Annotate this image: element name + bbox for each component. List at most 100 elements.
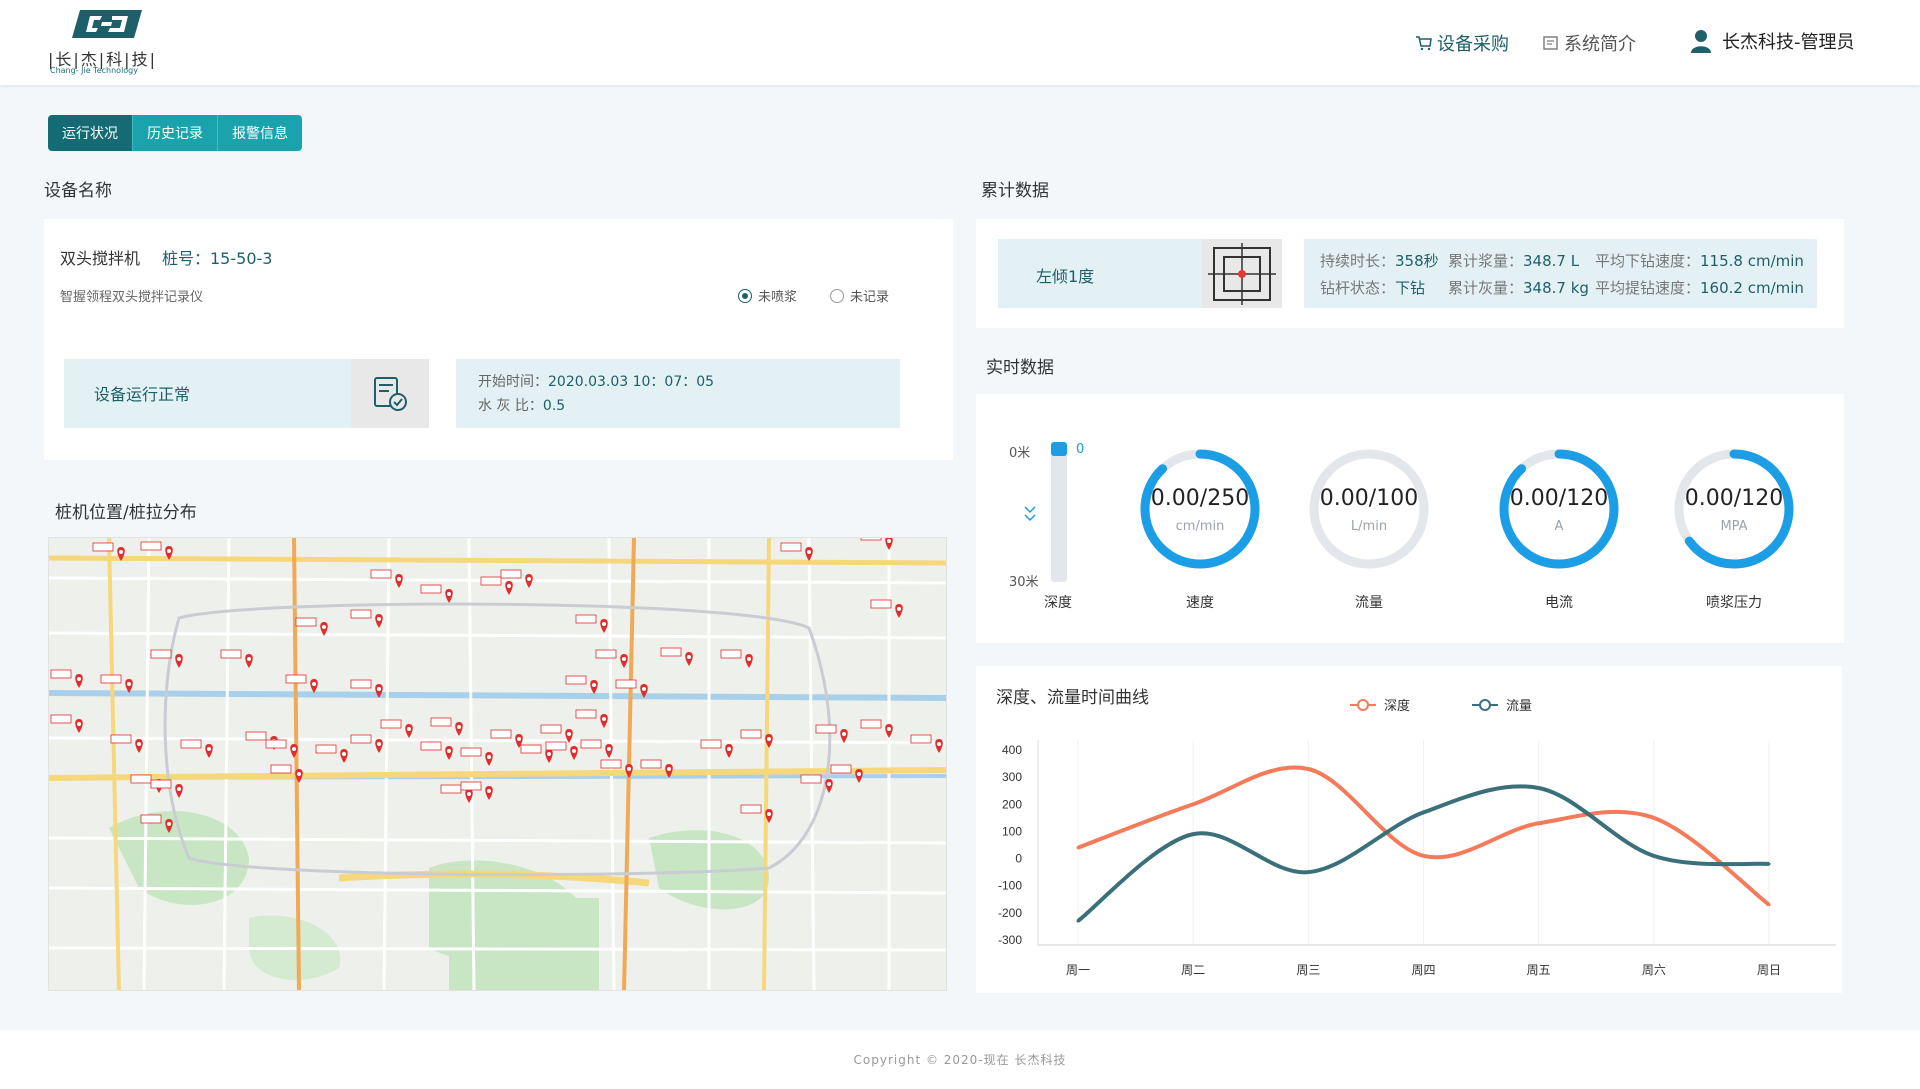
down-speed-item: 平均下钻速度：115.8 cm/min bbox=[1595, 250, 1804, 271]
down-speed-value: 115.8 cm/min bbox=[1700, 252, 1804, 270]
depth-label: 深度 bbox=[1044, 595, 1072, 611]
tab-running-status[interactable]: 运行状况 bbox=[48, 115, 133, 151]
duration-value: 358秒 bbox=[1395, 252, 1439, 270]
line-chart: 深度 流量 400 300 200 100 0 -100 -200 -300 周一 周二 周三 周四 周五 周… bbox=[998, 698, 1836, 977]
tilt-box: 左倾1度 bbox=[998, 239, 1282, 308]
x-tick-label: 周二 bbox=[1181, 963, 1205, 977]
radio-not-recorded-label: 未记录 bbox=[850, 290, 890, 305]
gauge-value: 0.00/120 bbox=[1509, 486, 1609, 511]
gauge-unit: cm/min bbox=[1175, 519, 1225, 534]
series-point bbox=[1537, 786, 1541, 790]
legend-item[interactable]: 深度 bbox=[1350, 698, 1410, 713]
depth-bottom-label: 30米 bbox=[1009, 575, 1039, 590]
depth-bar-fill bbox=[1051, 442, 1067, 456]
document-icon bbox=[1543, 36, 1558, 50]
user-menu[interactable]: 长杰科技-管理员 bbox=[1690, 28, 1855, 54]
gauge-unit: A bbox=[1554, 519, 1564, 534]
y-tick-label: -300 bbox=[998, 933, 1022, 947]
duration-item: 持续时长：358秒 bbox=[1320, 250, 1439, 271]
ratio-value: 0.5 bbox=[542, 398, 566, 414]
device-status-text: 设备运行正常 bbox=[94, 385, 191, 404]
series-point bbox=[1537, 821, 1541, 825]
nav-equipment-purchase[interactable]: 设备采购 bbox=[1415, 30, 1509, 56]
gauge-速度: 0.00/250 cm/min bbox=[1130, 439, 1270, 579]
x-tick-label: 周日 bbox=[1757, 963, 1781, 977]
start-time-row: 开始时间：2020.03.03 10：07：05 bbox=[478, 371, 714, 391]
curve-chart-card: 深度、流量时间曲线 深度 流量 400 300 200 100 0 -100 -200 -300 周… bbox=[976, 666, 1842, 993]
logo-subtitle: Chang- Jie Technology bbox=[50, 66, 138, 75]
pile-distribution-map[interactable] bbox=[48, 537, 947, 991]
pile-number: 桩号：15-50-3 bbox=[162, 249, 273, 268]
legend-item[interactable]: 流量 bbox=[1472, 698, 1532, 713]
company-logo[interactable]: |长|杰|科|技| Chang- Jie Technology bbox=[48, 8, 173, 80]
x-tick-label: 周六 bbox=[1642, 963, 1666, 977]
gauge-label: 电流 bbox=[1545, 595, 1573, 611]
up-speed-value: 160.2 cm/min bbox=[1700, 279, 1804, 297]
series-point bbox=[1652, 816, 1656, 820]
y-tick-label: 300 bbox=[1002, 770, 1022, 784]
depth-top-label: 0米 bbox=[1009, 446, 1031, 461]
checklist-icon bbox=[374, 376, 407, 411]
device-status-box: 设备运行正常 bbox=[64, 359, 429, 428]
gauge-unit: L/min bbox=[1350, 519, 1388, 534]
nav-system-intro-label: 系统简介 bbox=[1564, 34, 1636, 55]
device-section-title: 设备名称 bbox=[44, 181, 112, 201]
y-tick-label: 100 bbox=[1002, 824, 1022, 838]
tilt-icon-box bbox=[1202, 239, 1282, 308]
map-section-title: 桩机位置/桩拉分布 bbox=[55, 503, 197, 523]
device-card: 双头搅拌机 桩号：15-50-3 智握领程双头搅拌记录仪 未喷浆 未记录 设备运… bbox=[44, 219, 953, 460]
gauge-value: 0.00/120 bbox=[1684, 486, 1784, 511]
gauge-喷浆压力: 0.00/120 MPA bbox=[1664, 439, 1804, 579]
nav-equipment-purchase-label: 设备采购 bbox=[1437, 34, 1509, 55]
tab-history[interactable]: 历史记录 bbox=[133, 115, 218, 151]
cart-icon bbox=[1416, 36, 1432, 51]
radio-dot-selected bbox=[738, 288, 752, 303]
water-cement-ratio-row: 水 灰 比：0.5 bbox=[478, 395, 565, 415]
radio-not-recorded[interactable]: 未记录 bbox=[830, 286, 889, 305]
copyright-text: Copyright © 2020-现在 长杰科技 bbox=[853, 1053, 1067, 1067]
cumulative-section-title: 累计数据 bbox=[981, 181, 1049, 201]
page-footer: Copyright © 2020-现在 长杰科技 bbox=[0, 1030, 1920, 1089]
logo-mark-icon bbox=[72, 10, 142, 38]
nav-system-intro[interactable]: 系统简介 bbox=[1542, 30, 1636, 56]
series-point bbox=[1076, 919, 1080, 923]
up-speed-item: 平均提钻速度：160.2 cm/min bbox=[1595, 277, 1804, 298]
cumulative-card: 左倾1度 持续时长：358秒 累计浆量：348.7 L 平均下钻速度：115.8… bbox=[976, 219, 1844, 328]
radio-not-sprayed[interactable]: 未喷浆 bbox=[738, 286, 797, 305]
y-tick-label: 0 bbox=[1015, 852, 1022, 866]
chevron-down-icon bbox=[1024, 506, 1036, 522]
rod-status-item: 钻杆状态：下钻 bbox=[1320, 277, 1425, 298]
series-point bbox=[1767, 903, 1771, 907]
depth-bar bbox=[1051, 442, 1067, 582]
legend-label: 深度 bbox=[1384, 698, 1410, 713]
gauge-电流: 0.00/120 A bbox=[1489, 439, 1629, 579]
realtime-section-title: 实时数据 bbox=[986, 358, 1054, 378]
tab-alarm[interactable]: 报警信息 bbox=[218, 115, 302, 151]
map-canvas bbox=[49, 538, 946, 990]
series-point bbox=[1422, 854, 1425, 858]
device-info-box: 开始时间：2020.03.03 10：07：05 水 灰 比：0.5 bbox=[456, 359, 900, 428]
series-point bbox=[1076, 846, 1080, 850]
device-name: 双头搅拌机 bbox=[60, 249, 141, 268]
rod-status-label: 钻杆状态： bbox=[1320, 279, 1396, 297]
status-icon-box bbox=[351, 359, 429, 428]
series-point bbox=[1191, 832, 1195, 836]
slurry-label: 累计浆量： bbox=[1448, 252, 1524, 270]
x-tick-label: 周五 bbox=[1527, 963, 1551, 977]
slurry-item: 累计浆量：348.7 L bbox=[1448, 250, 1579, 271]
user-name: 长杰科技-管理员 bbox=[1722, 32, 1855, 53]
tab-bar: 运行状况 历史记录 报警信息 bbox=[48, 115, 302, 151]
gauge-unit: MPA bbox=[1720, 519, 1748, 534]
x-tick-label: 周三 bbox=[1296, 963, 1320, 977]
user-icon bbox=[1691, 30, 1711, 53]
top-header: |长|杰|科|技| Chang- Jie Technology 设备采购 系统简… bbox=[0, 0, 1920, 85]
y-tick-label: -200 bbox=[998, 906, 1022, 920]
duration-label: 持续时长： bbox=[1320, 252, 1396, 270]
x-tick-label: 周四 bbox=[1411, 963, 1435, 977]
gauge-label: 流量 bbox=[1355, 595, 1383, 611]
gauge-value: 0.00/250 bbox=[1150, 486, 1250, 511]
slurry-value: 348.7 L bbox=[1523, 252, 1580, 270]
gauge-label: 速度 bbox=[1186, 595, 1214, 611]
series-point bbox=[1767, 862, 1771, 866]
series-point bbox=[1652, 854, 1656, 858]
